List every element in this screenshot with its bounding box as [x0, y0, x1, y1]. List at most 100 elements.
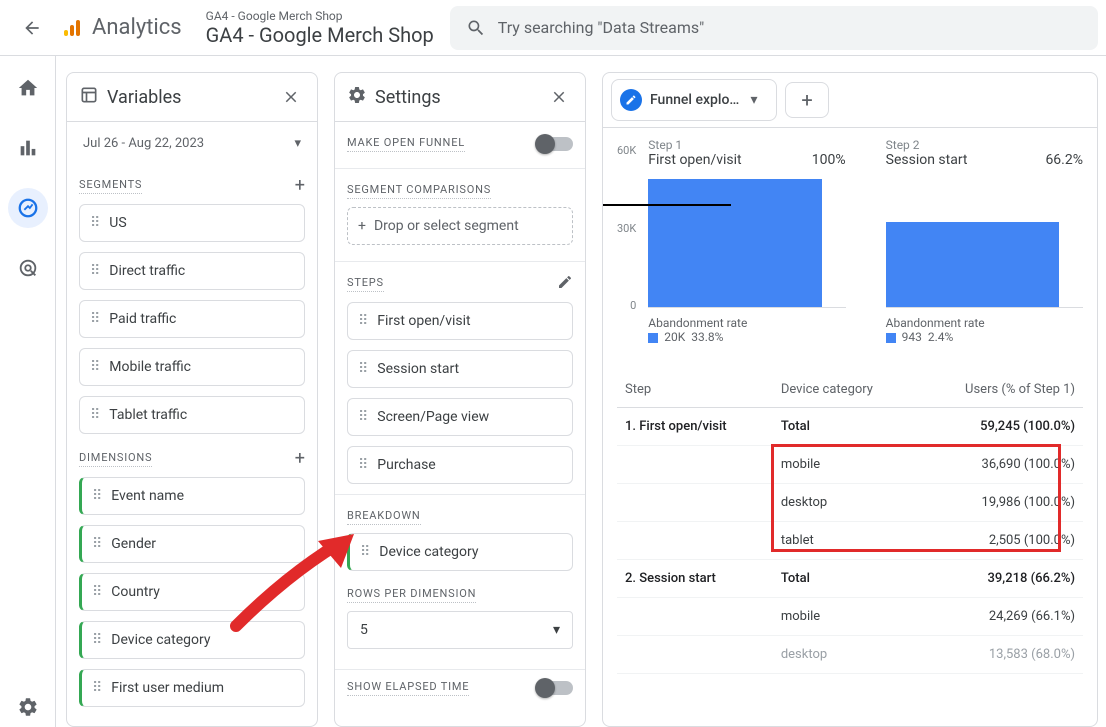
dimension-chip[interactable]: ⠿ Country: [79, 573, 305, 611]
cell-users: 2,505 (100.0%): [916, 522, 1083, 560]
cell-step: [617, 446, 773, 484]
add-dimension-button[interactable]: +: [295, 448, 305, 469]
drag-icon: ⠿: [92, 585, 103, 599]
show-elapsed-toggle[interactable]: [537, 681, 573, 695]
step-chip[interactable]: ⠿ Purchase: [347, 446, 573, 484]
nav-explore[interactable]: [8, 188, 48, 228]
edit-steps-button[interactable]: [557, 274, 573, 294]
segment-chip[interactable]: ⠿Paid traffic: [79, 300, 305, 338]
app-header: Analytics GA4 - Google Merch Shop GA4 - …: [0, 0, 1106, 56]
rows-per-dim-select[interactable]: 5▾: [347, 611, 573, 649]
drag-icon: ⠿: [360, 545, 371, 559]
segment-chip-label: Tablet traffic: [109, 407, 187, 423]
abandon1-pct: 33.8%: [691, 330, 723, 344]
step1-bar: [648, 179, 822, 307]
cell-category: Total: [773, 560, 916, 598]
nav-admin[interactable]: [8, 687, 48, 727]
table-row[interactable]: mobile36,690 (100.0%): [617, 446, 1083, 484]
table-row[interactable]: tablet2,505 (100.0%): [617, 522, 1083, 560]
cell-category: desktop: [773, 636, 916, 674]
breakdown-chip[interactable]: ⠿Device category: [347, 533, 573, 571]
segment-chip-label: Mobile traffic: [109, 359, 191, 375]
dimension-chip[interactable]: ⠿ First user medium: [79, 669, 305, 707]
breakdown-section-label: BREAKDOWN: [347, 509, 421, 525]
rows-per-dim-label: ROWS PER DIMENSION: [347, 587, 476, 603]
ytick: 60K: [617, 144, 636, 157]
add-segment-button[interactable]: +: [295, 175, 305, 196]
step-chip[interactable]: ⠿First open/visit: [347, 302, 573, 340]
cell-step: [617, 522, 773, 560]
app-name: Analytics: [92, 15, 182, 40]
segment-chip[interactable]: ⠿US: [79, 204, 305, 242]
dimension-chip[interactable]: ⠿ Gender: [79, 525, 305, 563]
dimension-chip-label: First user medium: [111, 680, 224, 696]
variables-close[interactable]: [277, 83, 305, 111]
tab-dropdown[interactable]: ▾: [740, 86, 768, 114]
back-button[interactable]: [8, 18, 56, 38]
add-tab-button[interactable]: +: [785, 82, 829, 118]
drag-icon: ⠿: [90, 264, 101, 278]
dimension-chip-label: Device category: [111, 632, 210, 648]
segment-chip[interactable]: ⠿ Mobile traffic: [79, 348, 305, 386]
drag-icon: ⠿: [358, 458, 369, 472]
step-chip-label: Session start: [377, 361, 459, 377]
variables-icon: [79, 85, 99, 109]
nav-reports[interactable]: [8, 128, 48, 168]
segment-chip[interactable]: ⠿ Direct traffic: [79, 252, 305, 290]
logo-block[interactable]: Analytics: [60, 15, 182, 40]
dimension-chip[interactable]: ⠿ Device category: [79, 621, 305, 659]
table-row[interactable]: 1. First open/visitTotal59,245 (100.0%): [617, 408, 1083, 446]
cell-category: mobile: [773, 446, 916, 484]
cell-users: 24,269 (66.1%): [916, 598, 1083, 636]
settings-title: Settings: [375, 87, 545, 108]
segment-comparisons-label: SEGMENT COMPARISONS: [347, 183, 491, 199]
make-open-funnel-toggle[interactable]: [537, 137, 573, 151]
nav-home[interactable]: [8, 68, 48, 108]
table-row[interactable]: desktop19,986 (100.0%): [617, 484, 1083, 522]
table-row[interactable]: 2. Session startTotal39,218 (66.2%): [617, 560, 1083, 598]
segment-chip[interactable]: ⠿ Tablet traffic: [79, 396, 305, 434]
cell-category: tablet: [773, 522, 916, 560]
drag-icon: ⠿: [92, 633, 103, 647]
drop-segment-zone[interactable]: +Drop or select segment: [347, 207, 573, 245]
date-range-picker[interactable]: Jul 26 - Aug 22, 2023 ▾: [79, 130, 305, 161]
settings-close[interactable]: [545, 83, 573, 111]
abandon2-pct: 2.4%: [928, 330, 953, 344]
cell-users: 19,986 (100.0%): [916, 484, 1083, 522]
settings-panel: Settings MAKE OPEN FUNNEL SEGMENT COMPAR…: [334, 72, 586, 727]
drop-segment-text: Drop or select segment: [374, 218, 519, 234]
dimension-chip-label: Country: [111, 584, 160, 600]
settings-icon: [347, 85, 367, 109]
segment-chip-label: US: [109, 215, 126, 231]
tab-funnel-exploration[interactable]: Funnel explor… ▾: [611, 79, 777, 121]
table-row[interactable]: mobile24,269 (66.1%): [617, 598, 1083, 636]
segment-chip-label: Direct traffic: [109, 263, 185, 279]
step-chip[interactable]: ⠿Session start: [347, 350, 573, 388]
property-sub-label: GA4 - Google Merch Shop: [206, 9, 434, 23]
drag-icon: ⠿: [90, 408, 101, 422]
dimension-chip-label: Gender: [111, 536, 156, 552]
property-selector[interactable]: GA4 - Google Merch Shop GA4 - Google Mer…: [206, 9, 434, 47]
left-nav-rail: [0, 56, 56, 727]
dimension-chip[interactable]: ⠿Event name: [79, 477, 305, 515]
search-bar[interactable]: Try searching "Data Streams": [450, 6, 1098, 50]
th-users: Users (% of Step 1): [916, 372, 1083, 408]
table-row[interactable]: desktop13,583 (68.0%): [617, 636, 1083, 674]
variables-title: Variables: [107, 87, 277, 108]
step-chip-label: Screen/Page view: [377, 409, 489, 425]
drag-icon: ⠿: [92, 681, 103, 695]
nav-advertising[interactable]: [8, 248, 48, 288]
make-open-funnel-label: MAKE OPEN FUNNEL: [347, 136, 465, 152]
step-chip[interactable]: ⠿Screen/Page view: [347, 398, 573, 436]
cell-step: 1. First open/visit: [617, 408, 773, 446]
ytick: 0: [630, 299, 636, 312]
drag-icon: ⠿: [358, 314, 369, 328]
cell-users: 36,690 (100.0%): [916, 446, 1083, 484]
step-chip-label: Purchase: [377, 457, 435, 473]
tab-label: Funnel explor…: [650, 92, 740, 108]
step1-index: Step 1: [648, 138, 845, 152]
drag-icon: ⠿: [90, 360, 101, 374]
abandon2-val: 943: [902, 330, 922, 344]
drag-icon: ⠿: [92, 489, 103, 503]
drag-icon: ⠿: [92, 537, 103, 551]
